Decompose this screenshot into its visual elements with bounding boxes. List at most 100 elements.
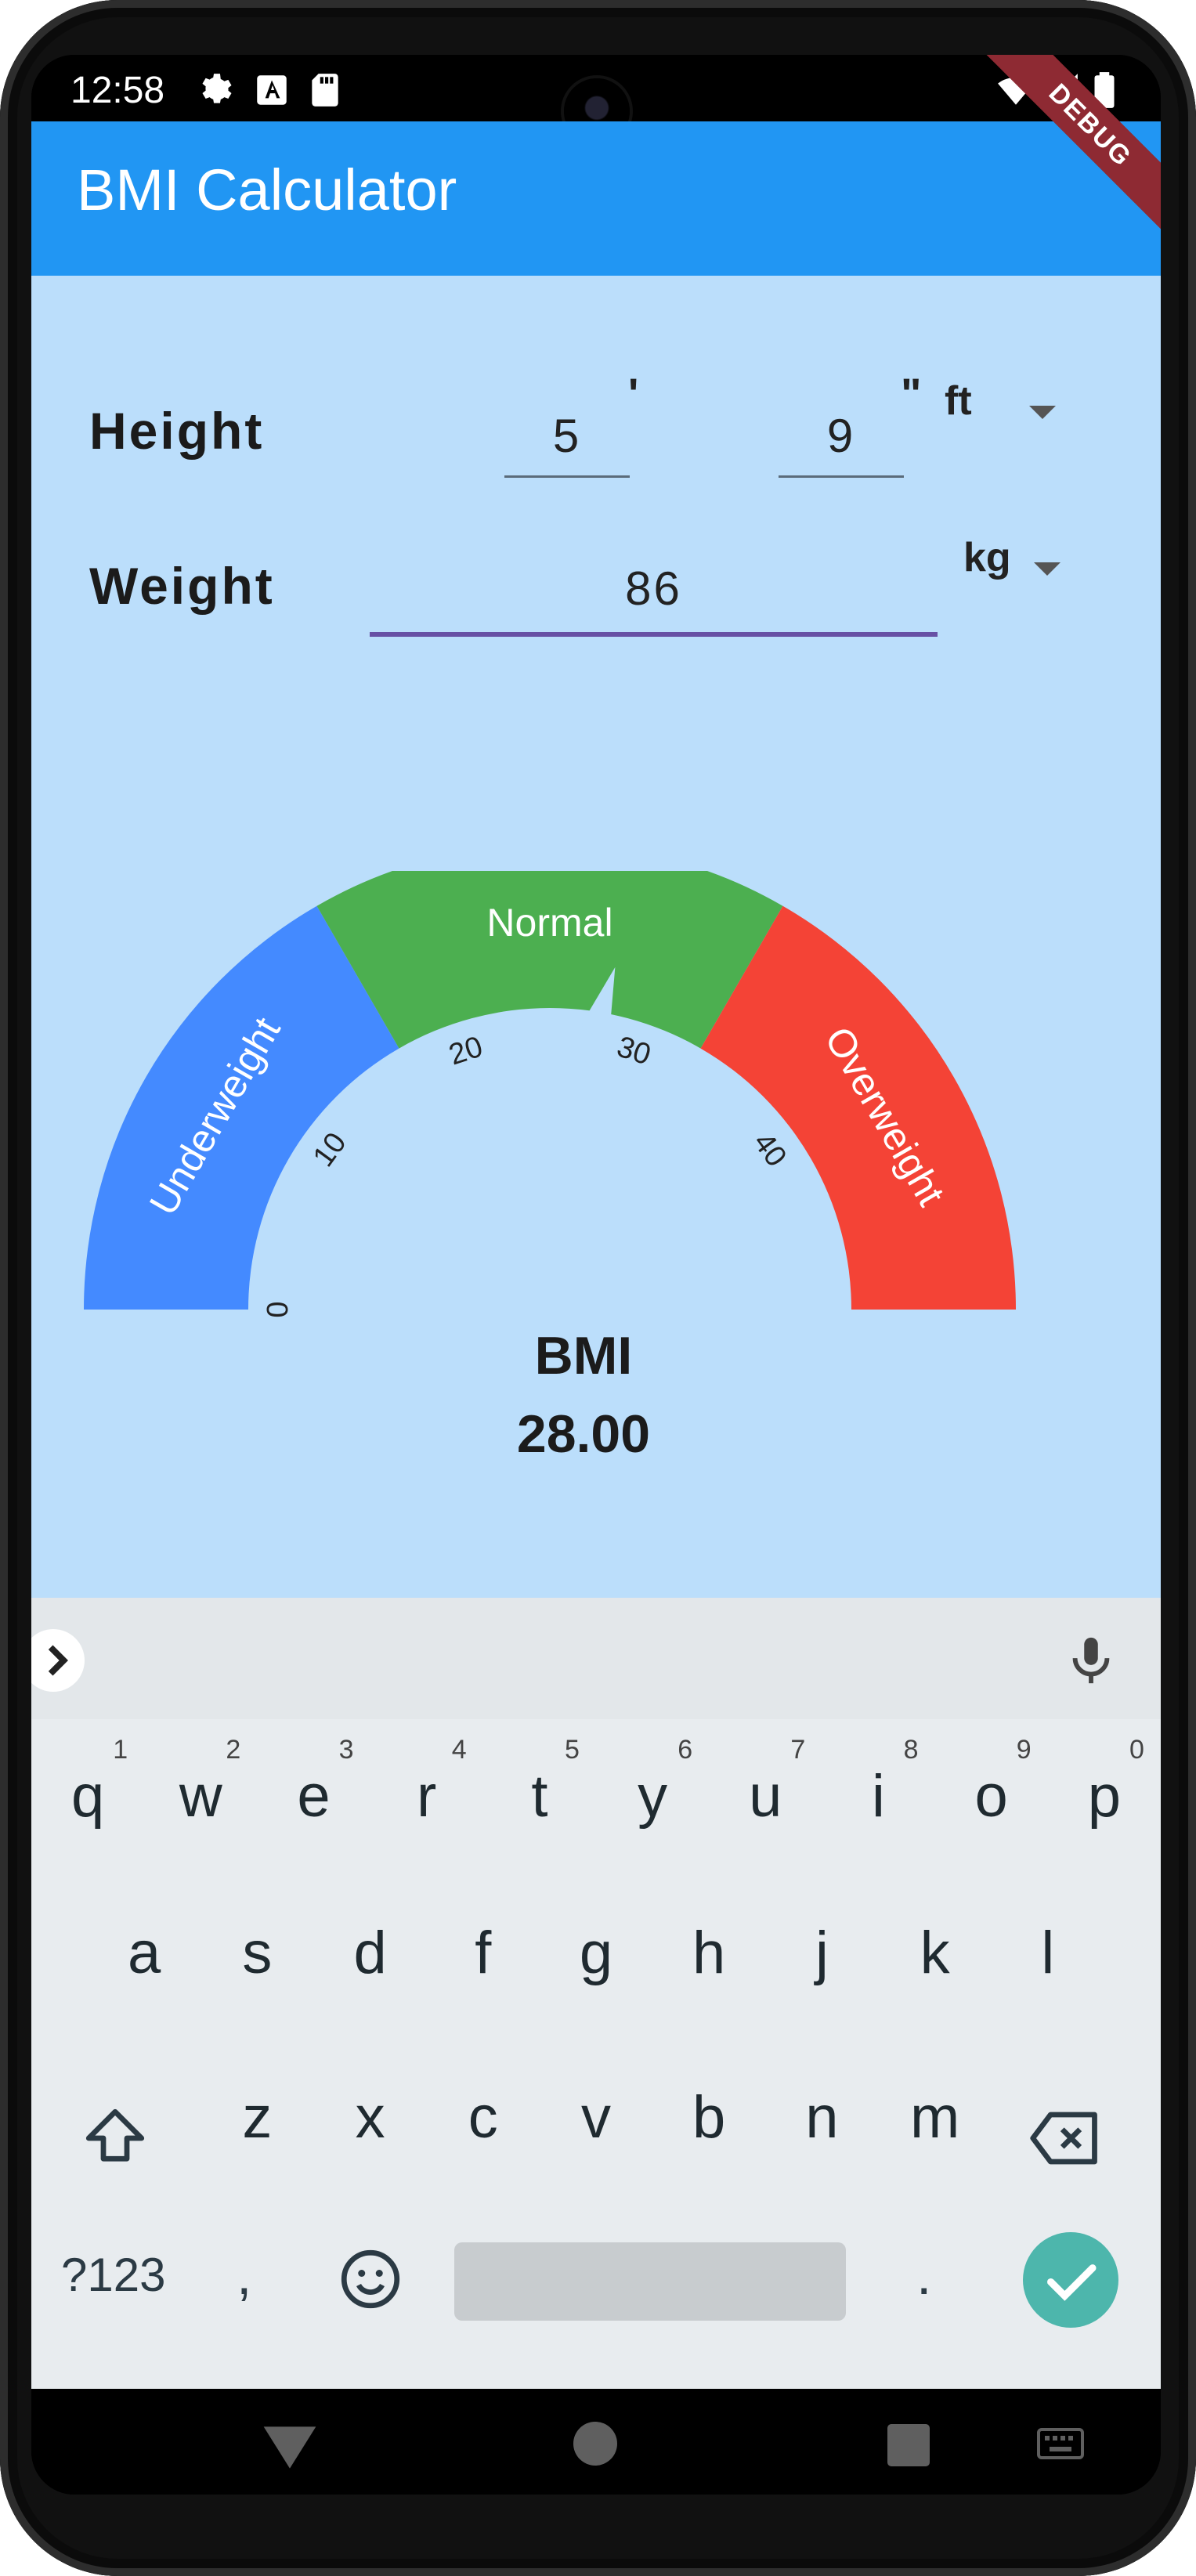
screen: 12:58 BMI Calculator DEBUG Height 5 ' 9 …	[31, 55, 1161, 2495]
key-hint-number: 3	[338, 1735, 354, 1765]
microphone-icon[interactable]	[1064, 1629, 1118, 1692]
key-d[interactable]: d	[331, 1919, 410, 1987]
key-hint-number: 5	[564, 1735, 580, 1765]
soft-keyboard: q1w2e3r4t5y6u7i8o9p0 asdfghjkl zxcvbnm ?…	[31, 1598, 1161, 2389]
keyboard-row-3: zxcvbnm	[31, 2048, 1161, 2205]
inches-mark: "	[901, 369, 922, 418]
key-g[interactable]: g	[557, 1919, 635, 1987]
gauge-tick-label: 10	[307, 1127, 353, 1173]
text-a-icon	[257, 75, 287, 105]
sd-card-icon	[312, 74, 338, 107]
recents-icon[interactable]	[887, 2424, 930, 2466]
comma-key[interactable]: ,	[237, 2244, 251, 2307]
done-button[interactable]	[1023, 2232, 1118, 2328]
backspace-icon[interactable]	[1026, 2103, 1104, 2173]
key-v[interactable]: v	[557, 2083, 635, 2151]
key-c[interactable]: c	[444, 2083, 522, 2151]
height-inches-value: 9	[826, 410, 856, 462]
gauge-segment-normal	[316, 871, 783, 1049]
key-e[interactable]: e3	[257, 1719, 370, 1868]
emoji-icon[interactable]	[335, 2244, 406, 2314]
key-letter: t	[531, 1763, 548, 1830]
key-hint-number: 1	[113, 1735, 128, 1765]
weight-field[interactable]: 86	[370, 538, 938, 640]
key-j[interactable]: j	[782, 1919, 861, 1987]
key-hint-number: 0	[1129, 1735, 1144, 1765]
weight-unit-dropdown[interactable]: kg	[963, 534, 1081, 597]
chevron-right-icon[interactable]	[31, 1629, 85, 1692]
gauge-tick-label: 20	[445, 1031, 486, 1072]
status-time: 12:58	[70, 70, 165, 111]
keyboard-row-4: ?123 , .	[31, 2209, 1161, 2365]
key-b[interactable]: b	[670, 2083, 748, 2151]
key-s[interactable]: s	[218, 1919, 296, 1987]
key-y[interactable]: y6	[596, 1719, 709, 1868]
height-label: Height	[89, 402, 265, 460]
app-title: BMI Calculator	[77, 157, 457, 222]
key-u[interactable]: u7	[709, 1719, 822, 1868]
key-letter: e	[297, 1763, 331, 1830]
key-hint-number: 8	[903, 1735, 919, 1765]
home-icon[interactable]	[573, 2422, 617, 2466]
key-k[interactable]: k	[896, 1919, 974, 1987]
key-letter: y	[638, 1763, 668, 1830]
key-letter: p	[1087, 1763, 1122, 1830]
weight-value: 86	[625, 562, 682, 615]
key-letter: i	[872, 1763, 885, 1830]
chevron-down-icon	[1029, 406, 1056, 419]
content-area: Height 5 ' 9 " ft Weight 86 kg Underweig…	[31, 276, 1161, 1598]
symbols-key[interactable]: ?123	[61, 2248, 165, 2302]
height-unit-dropdown[interactable]: ft	[945, 378, 1062, 440]
key-letter: o	[974, 1763, 1008, 1830]
key-o[interactable]: o9	[935, 1719, 1048, 1868]
key-r[interactable]: r4	[370, 1719, 483, 1868]
gauge-tick-label: 40	[746, 1127, 793, 1173]
key-hint-number: 2	[226, 1735, 241, 1765]
navigation-bar	[31, 2389, 1161, 2495]
key-q[interactable]: q1	[31, 1719, 144, 1868]
key-f[interactable]: f	[444, 1919, 522, 1987]
gauge-tick-label: 30	[613, 1031, 655, 1072]
keyboard-icon[interactable]	[1037, 2428, 1084, 2459]
key-letter: q	[70, 1763, 105, 1830]
gauge-tick-label: 0	[262, 1301, 294, 1317]
key-h[interactable]: h	[670, 1919, 748, 1987]
bmi-value: 28.00	[516, 1404, 651, 1464]
shift-icon[interactable]	[80, 2103, 150, 2173]
space-bar[interactable]	[454, 2242, 846, 2321]
keyboard-row-2: asdfghjkl	[31, 1884, 1161, 2040]
gauge-label-normal: Normal	[486, 901, 612, 945]
key-m[interactable]: m	[896, 2083, 974, 2151]
gear-icon	[202, 74, 232, 103]
key-letter: u	[749, 1763, 782, 1830]
key-hint-number: 6	[677, 1735, 693, 1765]
key-hint-number: 4	[451, 1735, 467, 1765]
keyboard-row-1: q1w2e3r4t5y6u7i8o9p0	[31, 1719, 1161, 1876]
key-letter: w	[179, 1763, 222, 1830]
check-icon	[1047, 2264, 1097, 2301]
period-key[interactable]: .	[916, 2244, 931, 2307]
key-a[interactable]: a	[105, 1919, 183, 1987]
key-hint-number: 9	[1016, 1735, 1032, 1765]
key-n[interactable]: n	[782, 2083, 861, 2151]
feet-mark: '	[628, 369, 639, 418]
back-icon[interactable]	[258, 2420, 321, 2475]
key-x[interactable]: x	[331, 2083, 410, 2151]
key-l[interactable]: l	[1009, 1919, 1087, 1987]
key-letter: r	[417, 1763, 437, 1830]
key-t[interactable]: t5	[483, 1719, 596, 1868]
chevron-down-icon	[1034, 562, 1061, 576]
key-p[interactable]: p0	[1048, 1719, 1161, 1868]
height-feet-value: 5	[552, 410, 582, 462]
weight-underline-focused	[370, 632, 938, 637]
height-feet-field[interactable]: 5	[504, 385, 630, 479]
height-feet-underline	[504, 475, 630, 478]
bmi-gauge: UnderweightNormalOverweight 01020 3040	[84, 871, 1016, 1318]
key-i[interactable]: i8	[822, 1719, 934, 1868]
key-hint-number: 7	[790, 1735, 806, 1765]
weight-unit-label: kg	[963, 535, 1011, 580]
bmi-title: BMI	[534, 1326, 633, 1386]
height-inches-field[interactable]: 9	[779, 385, 904, 479]
key-w[interactable]: w2	[144, 1719, 257, 1868]
key-z[interactable]: z	[218, 2083, 296, 2151]
